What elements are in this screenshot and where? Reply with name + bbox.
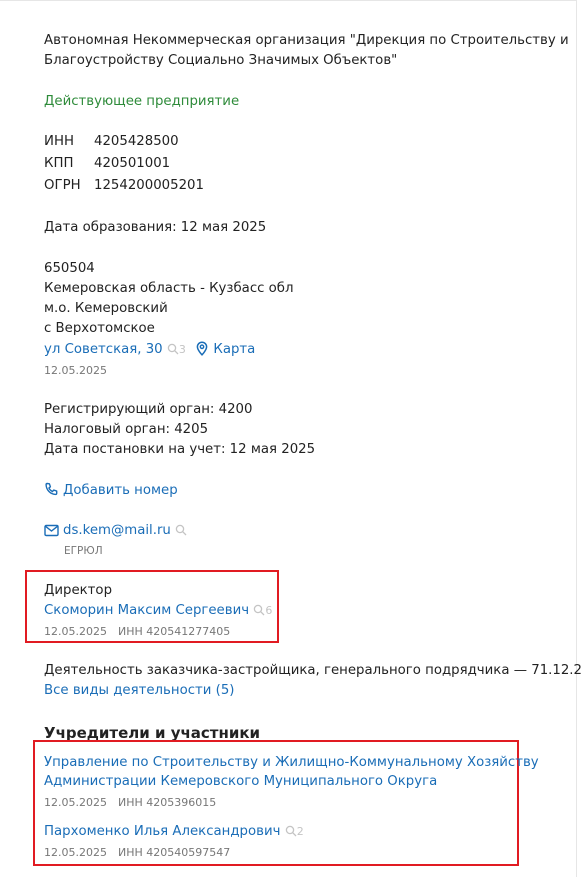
email-link[interactable]: ds.kem@mail.ru (44, 523, 175, 538)
founder-2-inn: ИНН 420540597547 (118, 846, 231, 859)
address-district: м.о. Кемеровский (44, 301, 168, 316)
map-link[interactable]: Карта (195, 341, 256, 357)
company-name-line1: Автономная Некоммерческая организация "Д… (44, 33, 569, 48)
mail-icon (44, 524, 59, 537)
address-settlement: с Верхотомское (44, 321, 155, 336)
kpp-value: 420501001 (94, 156, 171, 171)
phone-icon (45, 482, 58, 496)
address-street-link[interactable]: ул Советская, 30 (44, 342, 163, 357)
status-badge: Действующее предприятие (44, 94, 240, 109)
director-row: Скоморин Максим Сергеевич 6 (44, 601, 272, 621)
top-divider (0, 0, 577, 1)
director-search[interactable]: 6 (253, 604, 272, 617)
director-title: Директор (44, 583, 113, 598)
address-street-row: ул Советская, 30 3 Карта (44, 340, 255, 360)
company-name-line2: Благоустройству Социально Значимых Объек… (44, 53, 398, 68)
search-icon (285, 825, 297, 837)
founder-2-date: 12.05.2025 (44, 846, 107, 859)
founded-date: Дата образования: 12 мая 2025 (44, 220, 267, 235)
registering-authority: Регистрирующий орган: 4200 (44, 402, 253, 417)
main-activity: Деятельность заказчика-застройщика, гене… (44, 663, 582, 678)
map-pin-icon (197, 341, 208, 356)
director-inn: ИНН 420541277405 (118, 625, 231, 638)
all-activities-link[interactable]: Все виды деятельности (5) (44, 681, 234, 701)
search-icon (167, 343, 179, 355)
director-name-link[interactable]: Скоморин Максим Сергеевич (44, 603, 249, 618)
map-label: Карта (213, 342, 256, 357)
email-source: ЕГРЮЛ (64, 545, 103, 557)
inn-label: ИНН (44, 134, 74, 149)
ogrn-value: 1254200005201 (94, 178, 204, 193)
add-phone-button[interactable]: Добавить номер (44, 481, 178, 501)
address-date: 12.05.2025 (44, 364, 107, 377)
kpp-label: КПП (44, 156, 74, 171)
email-row: ds.kem@mail.ru (44, 521, 187, 541)
founder-2-name-link[interactable]: Пархоменко Илья Александрович (44, 824, 280, 839)
founder-2-search-count: 2 (296, 825, 304, 838)
tax-authority: Налоговый орган: 4205 (44, 422, 209, 437)
founder-1-name-line1[interactable]: Управление по Строительству и Жилищно-Ко… (44, 753, 539, 773)
search-icon (175, 524, 187, 536)
ogrn-label: ОГРН (44, 178, 81, 193)
search-icon (254, 604, 265, 616)
founder-1-inn: ИНН 4205396015 (118, 796, 217, 809)
right-divider (576, 0, 577, 877)
address-zip: 650504 (44, 261, 95, 276)
founder-1-date: 12.05.2025 (44, 796, 107, 809)
add-phone-label: Добавить номер (63, 483, 178, 498)
address-search-count: 3 (178, 343, 186, 356)
founder-2-row: Пархоменко Илья Александрович 2 (44, 822, 304, 842)
founder-2-search[interactable]: 2 (285, 825, 304, 838)
registration-date: Дата постановки на учет: 12 мая 2025 (44, 442, 316, 457)
email-text: ds.kem@mail.ru (63, 523, 171, 538)
founder-1-name-line2[interactable]: Администрации Кемеровского Муниципальног… (44, 772, 437, 792)
director-search-count: 6 (265, 604, 273, 617)
address-search[interactable]: 3 (167, 343, 190, 356)
email-search[interactable] (175, 524, 187, 537)
inn-value: 4205428500 (94, 134, 179, 149)
director-date: 12.05.2025 (44, 625, 107, 638)
address-region: Кемеровская область - Кузбасс обл (44, 281, 294, 296)
